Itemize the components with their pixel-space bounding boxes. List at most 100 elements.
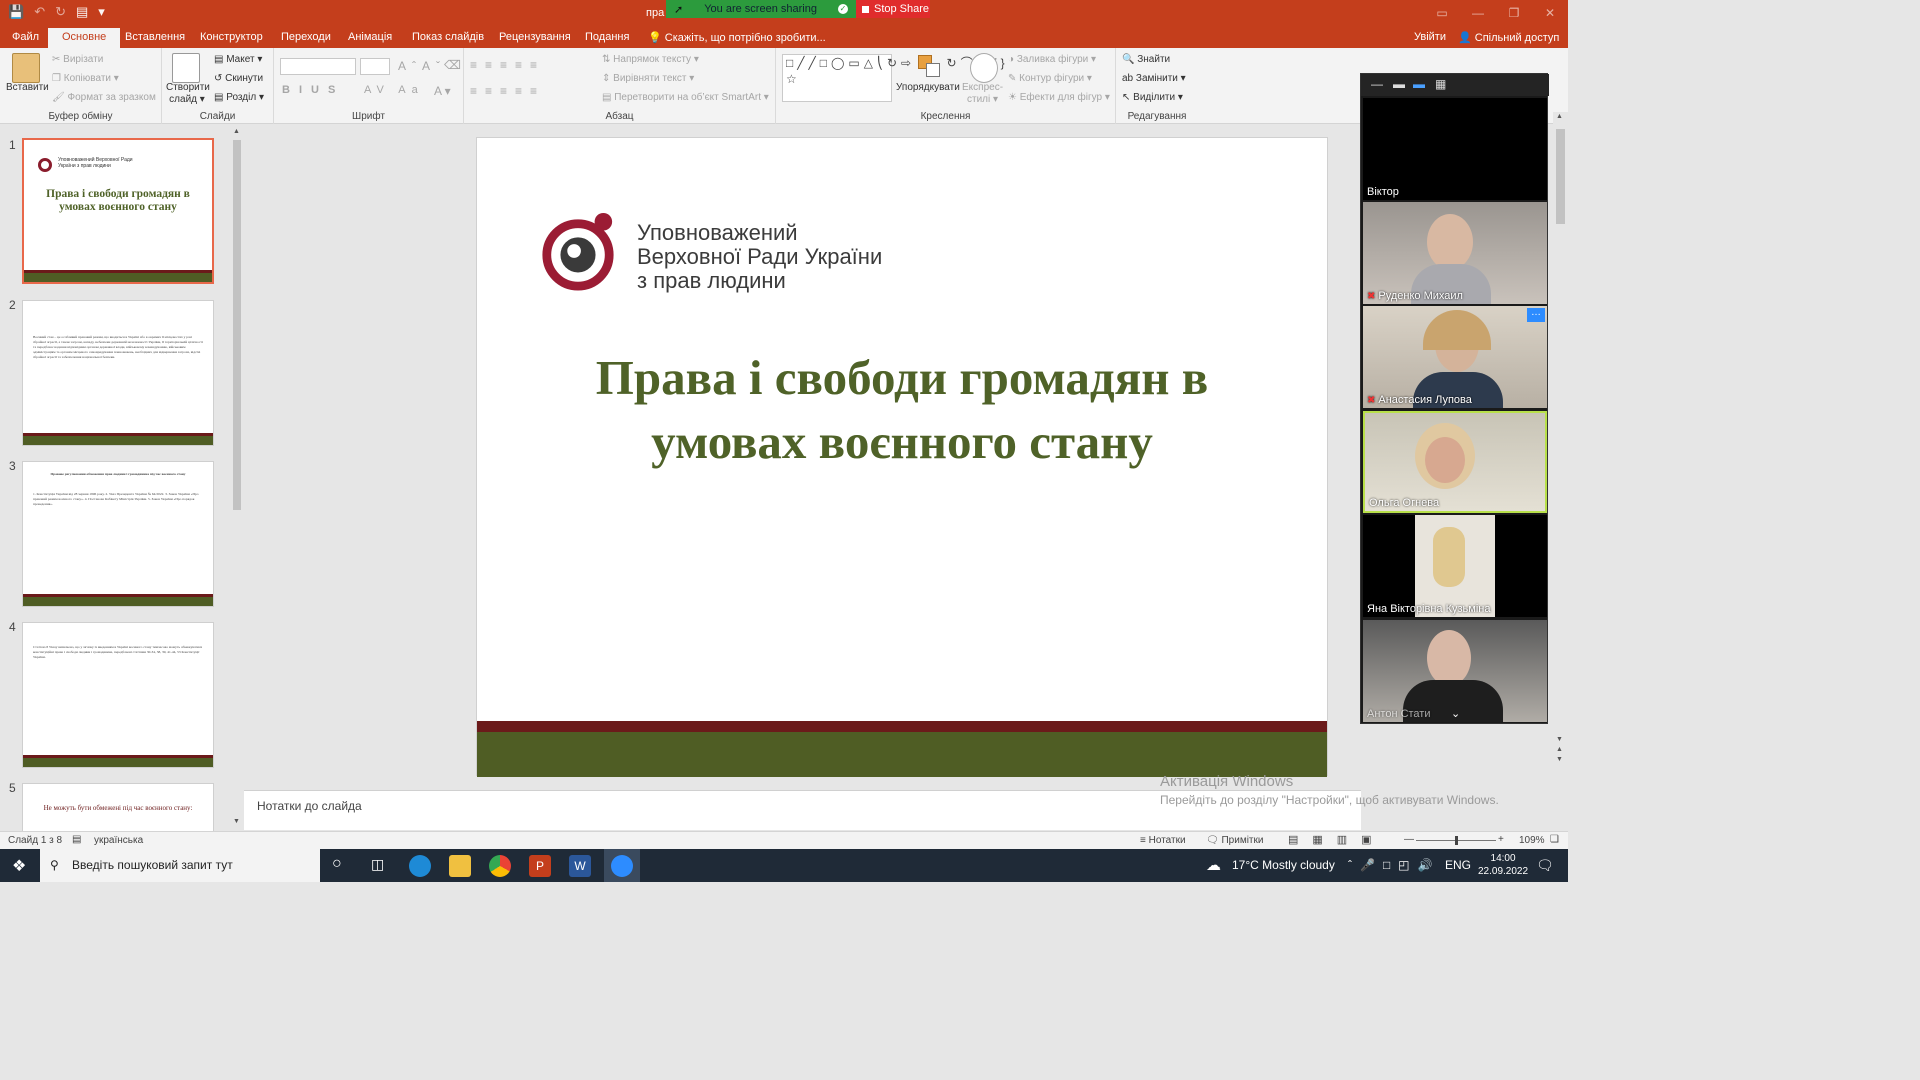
arrange-button[interactable]: Упорядкувати [896,82,960,93]
text-direction-button[interactable]: ⇅ Напрямок тексту ▾ [602,54,699,65]
ribbon-display-icon[interactable]: ▭ [1424,0,1460,28]
slide-title[interactable]: Права і свободи громадян в умовах воєнно… [517,346,1287,474]
present-from-start-icon[interactable]: ▤ [76,4,88,20]
list-buttons[interactable]: ≡≡≡≡≡ [470,58,545,72]
participant-tile[interactable]: Віктор [1363,98,1547,200]
tab-slideshow[interactable]: Показ слайдів [412,31,484,43]
edge-icon[interactable] [409,855,431,877]
weather-text[interactable]: 17°C Mostly cloudy [1232,849,1335,882]
sign-in-link[interactable]: Увійти [1414,31,1446,43]
powerpoint-icon[interactable]: P [529,855,551,877]
scroll-thumb[interactable] [1556,129,1565,224]
shape-effects-button[interactable]: ☀ Ефекти для фігур ▾ [1008,92,1110,103]
participant-tile[interactable]: Антон Стати ⌄ [1363,620,1547,722]
notes-toggle[interactable]: ≡ Нотатки [1140,835,1186,846]
maximize-icon[interactable]: ❐ [1496,0,1532,28]
active-speaker-icon[interactable]: ▬ [1413,77,1425,91]
format-painter-button[interactable]: 🖌 Формат за зразком [52,92,156,103]
clock[interactable]: 14:00 22.09.2022 [1478,852,1528,878]
share-button[interactable]: 👤 Спільний доступ [1458,31,1559,44]
minimize-panel-icon[interactable]: — [1371,77,1383,91]
tray-icons[interactable]: ˆ🎤□◰🔊 [1348,849,1440,882]
quick-styles-icon[interactable] [970,53,998,83]
tab-review[interactable]: Рецензування [499,31,571,43]
undo-icon[interactable]: ↶ [34,4,45,20]
tell-me-box[interactable]: 💡 Скажіть, що потрібно зробити... [648,31,826,44]
shape-fill-button[interactable]: ◑ Заливка фігури ▾ [1008,54,1096,65]
tab-transitions[interactable]: Переходи [281,31,331,43]
font-size-buttons[interactable]: AˆAˇ [398,59,446,73]
font-name-input[interactable] [280,58,356,75]
convert-smartart-button[interactable]: ▤ Перетворити на об’єкт SmartArt ▾ [602,92,769,103]
participant-tile[interactable]: … ✖ Анастасия Лупова [1363,306,1547,408]
align-text-button[interactable]: ⇕ Вирівняти текст ▾ [602,73,694,84]
replace-button[interactable]: ab Замінити ▾ [1122,73,1186,84]
zoom-in-icon[interactable]: + [1498,834,1504,845]
participant-tile[interactable]: Ольга Огнева [1363,411,1547,513]
reset-button[interactable]: ↺ Скинути [214,73,263,84]
gallery-view-icon[interactable]: ▦ [1435,77,1446,91]
tab-design[interactable]: Конструктор [200,31,263,43]
tab-animations[interactable]: Анімація [348,31,392,43]
slide-thumbnail[interactable]: Не можуть бути обмежені під час воєнного… [22,783,214,831]
slide-thumbnail[interactable]: Воєнний стан – це особливий правовий реж… [22,300,214,446]
view-buttons[interactable]: ▤▦▥▣ [1288,833,1386,846]
prev-next-slide-icon[interactable]: ▼ ▲ ▼ [1556,735,1563,765]
char-spacing-case-buttons[interactable]: AV Aa [364,84,424,96]
scroll-thumb[interactable] [233,140,241,510]
single-video-icon[interactable]: ▬ [1393,77,1405,91]
thumbnail-scrollbar[interactable]: ▲ ▼ [231,128,242,828]
close-icon[interactable]: ✕ [1532,0,1568,28]
taskbar-search-input[interactable]: ⚲ Введіть пошуковий запит тут [40,849,320,882]
align-buttons[interactable]: ≡≡≡≡≡ [470,84,545,98]
new-slide-icon[interactable] [172,53,200,83]
zoom-level[interactable]: 109% [1519,835,1545,846]
font-color-icon[interactable]: A ▾ [434,84,451,98]
section-button[interactable]: ▤ Розділ ▾ [214,92,264,103]
comments-toggle[interactable]: 🗨 Примітки [1206,835,1263,846]
layout-button[interactable]: ▤ Макет ▾ [214,54,262,65]
redo-icon[interactable]: ↻ [55,4,66,20]
cortana-icon[interactable]: ○ [332,855,342,873]
tab-home[interactable]: Основне [48,28,121,48]
weather-icon[interactable]: ☁ [1206,849,1221,882]
select-button[interactable]: ↖ Виділити ▾ [1122,92,1183,103]
chrome-icon[interactable] [489,855,511,877]
tab-file[interactable]: Файл [12,31,39,43]
zoom-icon[interactable] [604,849,640,882]
slide-thumbnail[interactable]: Уповноважений Верховної Ради України з п… [22,138,214,284]
input-language[interactable]: ENG [1445,849,1471,882]
tab-view[interactable]: Подання [585,31,629,43]
pin-icon[interactable]: ➚ [674,3,683,16]
zoom-slider-thumb[interactable] [1455,836,1458,845]
participant-tile[interactable]: Яна Вікторівна Кузьміна [1363,515,1547,617]
chevron-down-icon[interactable]: ⌄ [1451,707,1460,720]
font-style-buttons[interactable]: BIUS [282,84,344,96]
task-view-icon[interactable]: ◫ [371,856,384,873]
stop-share-button[interactable]: Stop Share [856,0,930,18]
language-indicator[interactable]: українська [94,835,143,846]
clear-formatting-icon[interactable]: ⌫ [444,58,461,72]
current-slide[interactable]: Уповноважений Верховної Ради України з п… [476,137,1328,777]
spellcheck-icon[interactable]: ▤ [72,834,81,845]
arrange-icon[interactable] [916,53,944,83]
find-button[interactable]: 🔍 Знайти [1122,54,1170,65]
start-icon[interactable]: ❖ [12,856,26,876]
quick-styles-button[interactable]: Експрес-стилі ▾ [962,82,1003,106]
font-size-input[interactable] [360,58,390,75]
slide-scrollbar[interactable]: ▲ ▼ ▲ ▼ [1553,112,1568,777]
participant-tile[interactable]: ✖ Руденко Михаил [1363,202,1547,304]
shapes-gallery[interactable]: □╱╱□◯▭△⎝↻⇨⇩◯↻⌒⌒{}☆ [782,54,1005,102]
new-slide-button[interactable]: Створити слайд ▾ [166,82,210,106]
more-options-icon[interactable]: … [1527,308,1545,322]
fit-to-window-icon[interactable]: ❏ [1550,834,1559,845]
shape-outline-button[interactable]: ✎ Контур фігури ▾ [1008,73,1092,84]
paste-icon[interactable] [12,53,40,83]
copy-button[interactable]: ❐ Копіювати ▾ [52,73,119,84]
customize-icon[interactable]: ▾ [98,4,105,20]
slide-thumbnail[interactable]: Правове регулювання обмеження прав людин… [22,461,214,607]
zoom-out-icon[interactable]: — [1404,834,1414,845]
paste-button[interactable]: Вставити [6,82,49,93]
save-icon[interactable]: 💾 [8,4,24,20]
notifications-icon[interactable]: 🗨 [1536,849,1554,882]
